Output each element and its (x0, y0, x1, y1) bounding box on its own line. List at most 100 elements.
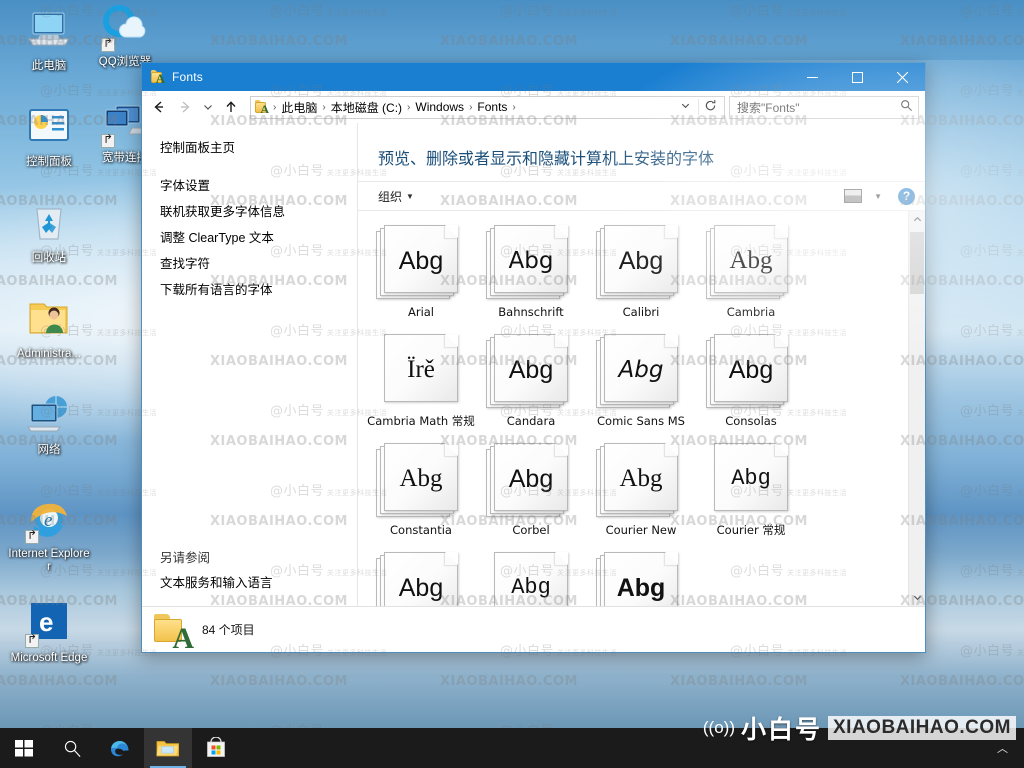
show-hidden-icons-button[interactable]: ︿ (987, 740, 1018, 756)
font-item[interactable]: Abg Bahnschrift (476, 225, 586, 320)
watermark-text: @小白号关注更多科技生活 (960, 4, 1024, 19)
font-grid: Abg Arial Abg Bahnschrift Abg Calibri Abg Cambr… (358, 211, 908, 606)
breadcrumb-separator: › (512, 101, 516, 113)
font-thumbnail-icon: Abg (706, 443, 796, 517)
taskbar: ︿ (0, 728, 1024, 768)
font-item[interactable]: Abg Constantia (366, 443, 476, 538)
fonts-explorer-window: A Fonts A › 此电脑 › 本地磁盘 (C:) › Windows › … (141, 62, 926, 653)
vertical-scrollbar[interactable] (908, 211, 925, 606)
view-options-button[interactable]: ▼ (868, 192, 888, 201)
font-item[interactable]: Abg Courier New (586, 443, 696, 538)
breadcrumb-item-0[interactable]: 此电脑 (277, 99, 321, 116)
font-name-label: Courier 常规 (716, 523, 786, 537)
sidebar-item-control-panel-home[interactable]: 控制面板主页 (160, 135, 357, 161)
scrollbar-track[interactable] (909, 228, 925, 589)
window-body: 控制面板主页 字体设置 联机获取更多字体信息 调整 ClearType 文本 查找字符… (142, 123, 925, 606)
desktop-icon-7[interactable]: e Internet Explorer (8, 496, 90, 574)
sidebar-item-text-services[interactable]: 文本服务和输入语言 (160, 570, 273, 596)
help-icon[interactable]: ? (898, 187, 915, 205)
watermark-text: XIAOBAIHAO.COM (440, 674, 578, 689)
close-button[interactable] (880, 63, 925, 91)
font-thumbnail-icon: Ïrě (376, 334, 466, 408)
search-icon[interactable] (894, 99, 918, 115)
font-sample-text: Abg (618, 357, 664, 383)
up-button[interactable] (218, 94, 244, 120)
desktop-icon-5[interactable]: Administra... (8, 296, 90, 361)
address-chevron-down-icon[interactable] (673, 100, 698, 114)
font-sample-text: Abg (729, 247, 773, 274)
watermark-text: @小白号关注更多科技生活 (960, 404, 1024, 419)
desktop-icon-1[interactable]: QQ浏览器 (84, 4, 166, 69)
watermark-text: XIAOBAIHAO.COM (900, 34, 1024, 49)
search-box[interactable]: 搜索"Fonts" (729, 95, 919, 119)
desktop-icon-6[interactable]: 网络 (8, 392, 90, 457)
organize-button[interactable]: 组织 ▼ (372, 188, 420, 205)
recent-locations-chevron-down-icon[interactable] (198, 94, 218, 120)
font-item[interactable]: AbgFixedsys 常规 (476, 552, 586, 606)
forward-button[interactable] (172, 94, 198, 120)
desktop-icon-2[interactable]: 控制面板 (8, 104, 90, 169)
sidebar-link-4[interactable]: 下载所有语言的字体 (160, 277, 357, 303)
desktop-icon-4[interactable]: 回收站 (8, 200, 90, 265)
watermark-text: @小白号关注更多科技生活 (960, 244, 1024, 259)
font-item[interactable]: AbgFranklin Gothic (586, 552, 696, 606)
sidebar-link-0[interactable]: 字体设置 (160, 173, 357, 199)
computer-icon (25, 8, 73, 56)
font-sample-text: Abg (399, 465, 443, 492)
watermark-text: @小白号关注更多科技生活 (40, 84, 158, 99)
font-item[interactable]: Abg Courier 常规 (696, 443, 806, 538)
address-bar[interactable]: A › 此电脑 › 本地磁盘 (C:) › Windows › Fonts › (250, 95, 725, 119)
desktop-icon-label: 此电脑 (31, 60, 67, 72)
sidebar-link-1[interactable]: 联机获取更多字体信息 (160, 199, 357, 225)
search-button[interactable] (48, 728, 96, 768)
font-sample-text: Abg (619, 465, 663, 492)
sidebar-link-2[interactable]: 调整 ClearType 文本 (160, 225, 357, 251)
font-item[interactable]: Abg Corbel (476, 443, 586, 538)
sidebar-link-3[interactable]: 查找字符 (160, 251, 357, 277)
window-titlebar: A Fonts (142, 63, 925, 91)
minimize-button[interactable] (790, 63, 835, 91)
qq-browser-icon (101, 4, 149, 52)
desktop-icon-0[interactable]: 此电脑 (8, 8, 90, 73)
font-sample-text: Abg (511, 575, 551, 600)
scroll-down-button[interactable] (909, 589, 925, 606)
watermark-text: @小白号关注更多科技生活 (960, 644, 1024, 659)
font-sample-text: Abg (616, 574, 666, 602)
font-item[interactable]: Abg Cambria (696, 225, 806, 320)
font-item[interactable]: Abg Candara (476, 334, 586, 429)
watermark-text: @小白号关注更多科技生活 (960, 84, 1024, 99)
font-item[interactable]: Abg Comic Sans MS (586, 334, 696, 429)
change-view-button[interactable] (838, 189, 868, 203)
search-input[interactable]: 搜索"Fonts" (730, 99, 894, 116)
change-view-icon (844, 189, 863, 203)
font-item[interactable]: Ïrě Cambria Math 常规 (366, 334, 476, 429)
control-panel-icon (25, 104, 73, 152)
font-name-label: Cambria (726, 305, 776, 319)
refresh-icon[interactable] (698, 99, 722, 115)
watermark-text: @小白号关注更多科技生活 (960, 164, 1024, 179)
edge-button[interactable] (96, 728, 144, 768)
svg-text:e: e (39, 607, 53, 637)
font-sample-text: Abg (398, 574, 444, 602)
fonts-folder-icon: A (152, 612, 194, 653)
breadcrumb-item-2[interactable]: Windows (411, 100, 468, 114)
organize-label: 组织 (378, 189, 403, 204)
start-button[interactable] (0, 728, 48, 768)
font-name-label: Comic Sans MS (597, 414, 685, 428)
scroll-up-button[interactable] (909, 211, 925, 228)
breadcrumb-item-3[interactable]: Fonts (473, 100, 511, 114)
font-item[interactable]: Abg Arial (366, 225, 476, 320)
font-item[interactable]: Abg Consolas (696, 334, 806, 429)
see-also-header: 另请参阅 (160, 551, 211, 565)
font-sample-text: Ïrě (407, 356, 435, 383)
breadcrumb-item-1[interactable]: 本地磁盘 (C:) (327, 99, 406, 116)
font-item[interactable]: AbgEbrima (366, 552, 476, 606)
font-item[interactable]: Abg Calibri (586, 225, 696, 320)
file-explorer-button[interactable] (144, 728, 192, 768)
scrollbar-thumb[interactable] (910, 232, 924, 294)
microsoft-store-button[interactable] (192, 728, 240, 768)
maximize-button[interactable] (835, 63, 880, 91)
command-toolbar: 组织 ▼ ▼ ? (358, 181, 925, 211)
desktop-icon-8[interactable]: e Microsoft Edge (8, 600, 90, 665)
back-button[interactable] (146, 94, 172, 120)
